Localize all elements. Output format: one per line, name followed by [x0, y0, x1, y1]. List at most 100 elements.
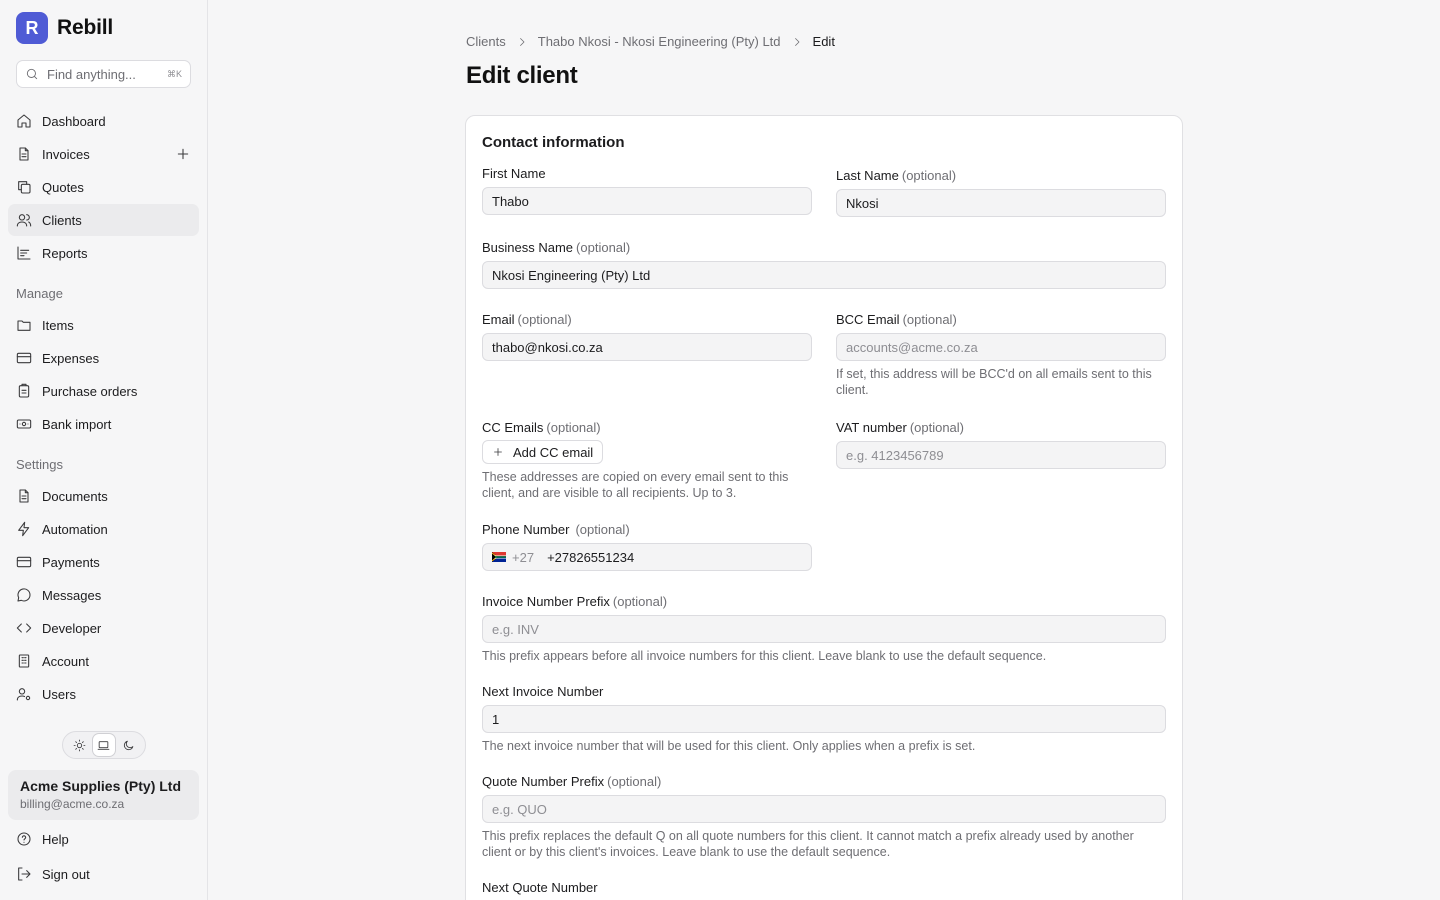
bcc-email-input[interactable]: accounts@acme.co.za — [836, 333, 1166, 361]
sidebar-item-automation[interactable]: Automation — [8, 513, 199, 545]
first-name-field: First Name Thabo — [482, 166, 812, 215]
brand[interactable]: R Rebill — [16, 12, 113, 44]
invoice-prefix-help: This prefix appears before all invoice n… — [482, 649, 1047, 663]
cc-emails-field: CC Emails (optional) Add CC email These a… — [482, 420, 812, 501]
business-name-label: Business Name (optional) — [482, 240, 631, 255]
clipboard-icon — [18, 383, 30, 398]
last-name-field: Last Name (optional) Nkosi — [836, 168, 1166, 217]
new-invoice-plus-icon[interactable] — [175, 146, 191, 162]
moon-icon — [124, 740, 134, 750]
credit-card-icon — [16, 556, 32, 568]
file-text-icon — [19, 147, 29, 161]
theme-system-button[interactable] — [92, 734, 115, 756]
help-label: Help — [42, 831, 69, 847]
building-icon — [18, 654, 30, 668]
main-nav: Dashboard Invoices Quotes Clients Report… — [8, 105, 199, 270]
phone-field: Phone Number (optional) +27 +27826551234 — [482, 522, 812, 571]
quote-prefix-input[interactable]: e.g. QUO — [482, 795, 1166, 823]
next-invoice-field: Next Invoice Number 1 The next invoice n… — [482, 684, 1166, 754]
sidebar-item-label: Bank import — [42, 416, 112, 432]
first-name-input[interactable]: Thabo — [482, 187, 812, 215]
phone-input[interactable]: +27 +27826551234 — [482, 543, 812, 571]
sidebar-item-messages[interactable]: Messages — [8, 579, 199, 611]
email-input[interactable]: thabo@nkosi.co.za — [482, 333, 812, 361]
bcc-email-label: BCC Email (optional) — [836, 312, 957, 327]
account-email: billing@acme.co.za — [20, 797, 125, 811]
last-name-label: Last Name (optional) — [836, 168, 957, 183]
breadcrumb-clients-link[interactable]: Clients — [466, 34, 506, 49]
sidebar-item-reports[interactable]: Reports — [8, 237, 199, 269]
bcc-email-field: BCC Email (optional) accounts@acme.co.za … — [836, 312, 1166, 398]
help-link[interactable]: Help — [8, 823, 199, 855]
sidebar-item-documents[interactable]: Documents — [8, 480, 199, 512]
south-africa-flag-icon[interactable] — [492, 552, 506, 562]
invoice-prefix-label: Invoice Number Prefix (optional) — [482, 594, 668, 609]
sidebar-item-quotes[interactable]: Quotes — [8, 171, 199, 203]
brand-name: Rebill — [57, 16, 113, 39]
quote-prefix-field: Quote Number Prefix (optional) e.g. QUO T… — [482, 774, 1166, 860]
code-icon — [16, 623, 32, 633]
theme-dark-button[interactable] — [118, 734, 140, 756]
add-cc-email-label: Add CC email — [513, 444, 594, 460]
sidebar-item-label: Quotes — [42, 179, 84, 195]
breadcrumb-client-link[interactable]: Thabo Nkosi - Nkosi Engineering (Pty) Lt… — [538, 34, 781, 49]
email-label: Email (optional) — [482, 312, 572, 327]
sun-icon — [73, 739, 86, 751]
log-out-icon — [18, 867, 31, 881]
sidebar-item-label: Payments — [42, 554, 100, 570]
banknote-icon — [16, 419, 32, 429]
credit-card-icon — [16, 352, 32, 364]
sidebar-item-developer[interactable]: Developer — [8, 612, 199, 644]
sidebar-item-label: Documents — [42, 488, 108, 504]
phone-dial-code: +27 — [512, 549, 535, 565]
sidebar-item-purchase-orders[interactable]: Purchase orders — [8, 375, 199, 407]
sign-out-button[interactable]: Sign out — [8, 858, 199, 890]
section-heading-settings: Settings — [16, 457, 63, 472]
search-input[interactable]: Find anything... ⌘K — [16, 60, 191, 88]
chevron-right-icon — [794, 37, 799, 46]
next-invoice-help: The next invoice number that will be use… — [482, 739, 976, 753]
next-invoice-input[interactable]: 1 — [482, 705, 1166, 733]
next-invoice-label: Next Invoice Number — [482, 684, 604, 699]
zap-icon — [18, 521, 30, 537]
vat-number-input[interactable]: e.g. 4123456789 — [836, 441, 1166, 469]
message-circle-icon — [17, 588, 31, 602]
sidebar-item-label: Developer — [42, 620, 102, 636]
sidebar-item-payments[interactable]: Payments — [8, 546, 199, 578]
sidebar-item-users[interactable]: Users — [8, 678, 199, 710]
sidebar-item-dashboard[interactable]: Dashboard — [8, 105, 199, 137]
cc-emails-help: These addresses are copied on every emai… — [482, 470, 789, 500]
last-name-input[interactable]: Nkosi — [836, 189, 1166, 217]
quote-prefix-help: This prefix replaces the default Q on al… — [482, 829, 1134, 859]
next-quote-field: Next Quote Number — [482, 880, 1166, 900]
sidebar-item-account[interactable]: Account — [8, 645, 199, 677]
sidebar-item-expenses[interactable]: Expenses — [8, 342, 199, 374]
settings-nav: Documents Automation Payments Messages D… — [8, 480, 199, 711]
phone-label: Phone Number (optional) — [482, 522, 630, 537]
breadcrumb-current: Edit — [812, 34, 835, 49]
sidebar-item-invoices[interactable]: Invoices — [8, 138, 199, 170]
sidebar-item-label: Clients — [42, 212, 82, 228]
add-cc-email-button[interactable]: Add CC email — [482, 440, 604, 464]
account-switcher[interactable]: Acme Supplies (Pty) Ltd billing@acme.co.… — [8, 770, 199, 820]
home-icon — [17, 114, 31, 128]
chevron-right-icon — [519, 37, 525, 46]
copy-icon — [18, 181, 31, 194]
sidebar-item-label: Reports — [42, 245, 88, 261]
sign-out-label: Sign out — [42, 866, 90, 882]
business-name-input[interactable]: Nkosi Engineering (Pty) Ltd — [482, 261, 1166, 289]
sidebar-item-clients[interactable]: Clients — [8, 204, 199, 236]
sidebar-item-label: Invoices — [42, 146, 90, 162]
invoice-prefix-input[interactable]: e.g. INV — [482, 615, 1166, 643]
plus-icon — [494, 448, 502, 456]
section-title: Contact information — [482, 134, 625, 151]
email-field: Email (optional) thabo@nkosi.co.za — [482, 312, 812, 361]
user-cog-icon — [16, 688, 31, 701]
file-text-icon — [19, 489, 29, 503]
sidebar-item-bank-import[interactable]: Bank import — [8, 408, 199, 440]
sidebar-item-label: Automation — [42, 521, 108, 537]
theme-light-button[interactable] — [68, 734, 90, 756]
sidebar-item-items[interactable]: Items — [8, 309, 199, 341]
business-name-field: Business Name (optional) Nkosi Engineerin… — [482, 240, 1166, 289]
phone-number-value: +27826551234 — [547, 549, 635, 565]
